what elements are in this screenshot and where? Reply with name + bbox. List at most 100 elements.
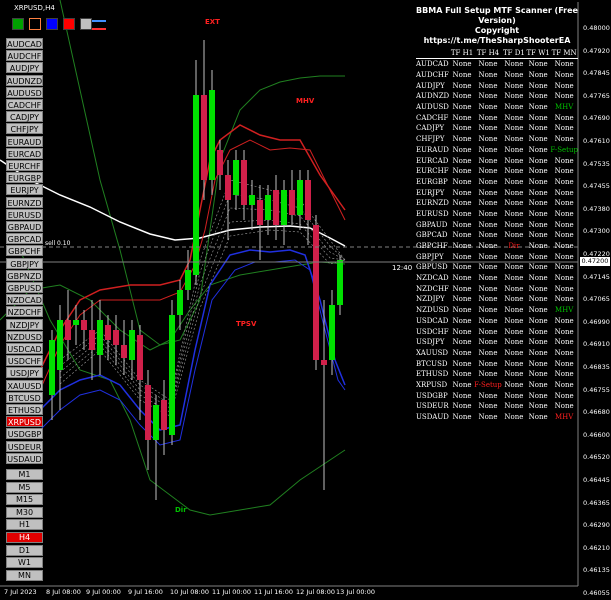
candle-body (257, 200, 263, 225)
symbol-button-usdchf[interactable]: USDCHF (6, 355, 43, 367)
symbol-button-usdeur[interactable]: USDEUR (6, 440, 43, 452)
symbol-button-audnzd[interactable]: AUDNZD (6, 74, 43, 86)
scanner-row: AUDCHF None None None None None (416, 70, 578, 81)
scanner-header (416, 49, 450, 59)
timeframe-button-h4[interactable]: H4 (6, 532, 43, 543)
symbol-button-usdjpy[interactable]: USDJPY (6, 367, 43, 379)
symbol-button-ethusd[interactable]: ETHUSD (6, 404, 43, 415)
symbol-button-eurgbp[interactable]: EURGBP (6, 172, 43, 184)
symbol-button-audcad[interactable]: AUDCAD (6, 38, 43, 49)
timeframe-button-w1[interactable]: W1 (6, 557, 43, 569)
scanner-signal: None (452, 263, 472, 272)
scanner-signal: None (478, 284, 498, 293)
scanner-signal: None (452, 92, 472, 101)
scanner-symbol: AUDCAD (416, 60, 449, 69)
scanner-signal: None (528, 81, 548, 90)
symbol-button-usdgbp[interactable]: USDGBP (6, 428, 43, 440)
scanner-signal: None (452, 209, 472, 218)
candle-body (241, 160, 247, 205)
candle-body (233, 160, 239, 195)
scanner-signal: None (528, 242, 548, 251)
symbol-button-gbpchf[interactable]: GBPCHF (6, 245, 43, 257)
scanner-symbol: EURCAD (416, 156, 449, 165)
scanner-row: BTCUSD None None None None None (416, 358, 578, 369)
scanner-signal: None (452, 274, 472, 283)
scanner-signal: MHV (554, 103, 574, 112)
symbol-button-audusd[interactable]: AUDUSD (6, 86, 43, 98)
scanner-row: NZDCHF None None None None None (416, 283, 578, 294)
time-label: 12:40 (392, 264, 413, 272)
symbol-button-gbpnzd[interactable]: GBPNZD (6, 269, 43, 281)
scanner-symbol: CADJPY (416, 124, 445, 133)
scanner-signal: None (528, 327, 548, 336)
timeframe-button-mn[interactable]: MN (6, 569, 43, 581)
scanner-signal: None (478, 327, 498, 336)
symbol-button-eurnzd[interactable]: EURNZD (6, 196, 43, 208)
timeframe-button-d1[interactable]: D1 (6, 544, 43, 556)
scanner-signal: None (528, 71, 548, 80)
timeframe-button-m15[interactable]: M15 (6, 494, 43, 506)
symbol-button-usdaud[interactable]: USDAUD (6, 452, 43, 464)
candle-body (225, 175, 231, 200)
scanner-symbol: CADCHF (416, 113, 449, 122)
scanner-signal: None (504, 274, 524, 283)
scanner-row: EURGBP None None None None None (416, 177, 578, 188)
timeframe-button-m1[interactable]: M1 (6, 469, 43, 480)
symbol-button-gbpcad[interactable]: GBPCAD (6, 233, 43, 245)
candle-body (329, 305, 335, 360)
price-tick: 0.47065 (583, 295, 610, 304)
timeframe-button-m5[interactable]: M5 (6, 481, 43, 493)
scanner-signal: None (478, 274, 498, 283)
symbol-button-nzdusd[interactable]: NZDUSD (6, 330, 43, 342)
scanner-signal: None (504, 124, 524, 133)
scanner-signal: None (528, 306, 548, 315)
candle-body (265, 195, 271, 220)
scanner-signal: None (504, 348, 524, 357)
symbol-button-xauusd[interactable]: XAUUSD (6, 379, 43, 391)
price-tick: 0.46755 (583, 385, 610, 394)
symbol-button-nzdchf[interactable]: NZDCHF (6, 306, 43, 318)
scanner-signal: None (478, 188, 498, 197)
symbol-button-btcusd[interactable]: BTCUSD (6, 391, 43, 403)
symbol-button-gbpusd[interactable]: GBPUSD (6, 282, 43, 293)
color-swatch-3[interactable] (46, 18, 58, 30)
timeframe-button-m30[interactable]: M30 (6, 506, 43, 518)
scanner-signal: None (528, 231, 548, 240)
symbol-button-euraud[interactable]: EURAUD (6, 135, 43, 147)
scanner-signal: None (554, 242, 574, 251)
scanner-signal: None (478, 402, 498, 411)
line-tool-blue-icon[interactable] (92, 20, 106, 22)
scanner-row: EURAUD None None None None F-Setup (416, 145, 578, 156)
scanner-signal: None (452, 402, 472, 411)
symbol-button-nzdcad[interactable]: NZDCAD (6, 294, 43, 306)
symbol-button-eurcad[interactable]: EURCAD (6, 147, 43, 159)
symbol-button-gbpjpy[interactable]: GBPJPY (6, 257, 43, 269)
symbol-button-cadjpy[interactable]: CADJPY (6, 111, 43, 123)
symbol-button-audchf[interactable]: AUDCHF (6, 50, 43, 62)
color-swatch-4[interactable] (63, 18, 75, 30)
symbol-button-eurusd[interactable]: EURUSD (6, 208, 43, 220)
line-tool-red-icon[interactable] (92, 28, 106, 30)
color-swatch-5[interactable] (80, 18, 92, 30)
color-swatch-2[interactable] (29, 18, 41, 30)
scanner-signal: None (452, 359, 472, 368)
symbol-button-audjpy[interactable]: AUDJPY (6, 62, 43, 74)
symbol-button-chfjpy[interactable]: CHFJPY (6, 123, 43, 135)
symbol-button-eurchf[interactable]: EURCHF (6, 160, 43, 171)
symbol-button-eurjpy[interactable]: EURJPY (6, 184, 43, 196)
symbol-button-nzdjpy[interactable]: NZDJPY (6, 318, 43, 330)
candle-body (305, 180, 311, 220)
color-swatch-1[interactable] (12, 18, 24, 30)
symbol-button-cadchf[interactable]: CADCHF (6, 99, 43, 110)
symbol-button-gbpaud[interactable]: GBPAUD (6, 221, 43, 232)
price-tick: 0.47690 (583, 114, 610, 123)
symbol-button-usdcad[interactable]: USDCAD (6, 343, 43, 354)
timeframe-button-h1[interactable]: H1 (6, 519, 43, 531)
scanner-signal: None (452, 348, 472, 357)
scanner-symbol: EURAUD (416, 145, 449, 154)
scanner-symbol: USDGBP (416, 391, 448, 400)
scanner-signal: None (528, 263, 548, 272)
scanner-symbol: AUDCHF (416, 71, 449, 80)
scanner-signal: None (452, 370, 472, 379)
symbol-button-xrpusd[interactable]: XRPUSD (6, 416, 43, 428)
